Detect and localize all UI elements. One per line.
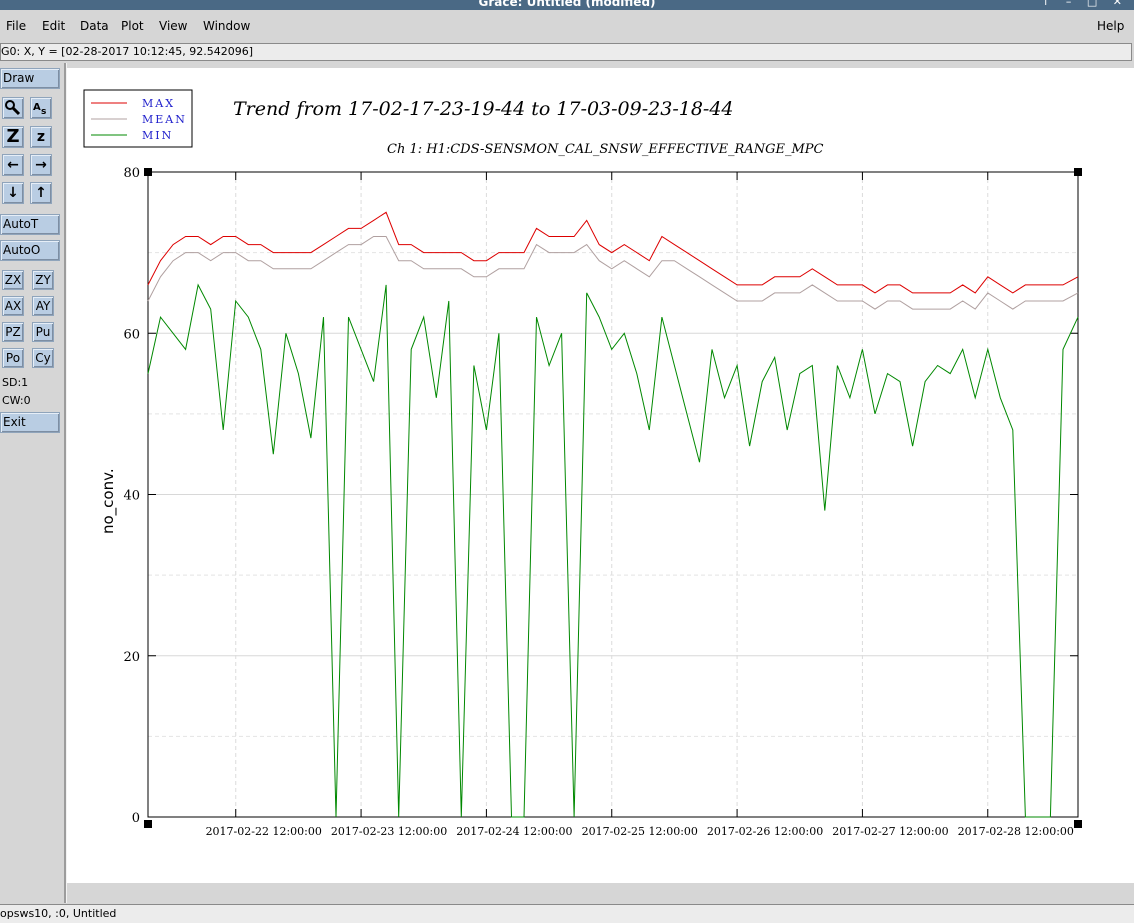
y-axis-label: no_conv. bbox=[99, 468, 118, 534]
scroll-left-button[interactable]: ← bbox=[2, 154, 24, 176]
x-tick-label: 2017-02-26 12:00:00 bbox=[707, 825, 823, 838]
zoom-button[interactable] bbox=[2, 97, 24, 119]
autoscale-y-button[interactable]: AY bbox=[32, 296, 54, 316]
x-tick-label: 2017-02-24 12:00:00 bbox=[456, 825, 572, 838]
autoscale-x-button[interactable]: AX bbox=[2, 296, 24, 316]
frame-handle-bottom-left[interactable] bbox=[144, 820, 152, 828]
draw-button[interactable]: Draw bbox=[0, 68, 60, 89]
series-line-mean bbox=[147, 236, 1079, 310]
frame-handle-bottom-right[interactable] bbox=[1074, 820, 1082, 828]
x-tick-label: 2017-02-23 12:00:00 bbox=[331, 825, 447, 838]
text-label-icon: A s bbox=[33, 102, 46, 117]
frame-handle-top-left[interactable] bbox=[144, 168, 152, 176]
y-tick-label: 0 bbox=[132, 811, 140, 826]
series-line-min bbox=[147, 283, 1079, 818]
chart-subtitle: Ch 1: H1:CDS-SENSMON_CAL_SNSW_EFFECTIVE_… bbox=[387, 142, 824, 157]
zoom-in-button[interactable]: Z bbox=[2, 126, 24, 148]
scroll-up-button[interactable]: ↑ bbox=[30, 182, 52, 204]
menu-window[interactable]: Window bbox=[203, 19, 250, 33]
scroll-right-button[interactable]: → bbox=[30, 154, 52, 176]
zoom-x-button[interactable]: ZX bbox=[2, 270, 24, 290]
x-tick-label: 2017-02-25 12:00:00 bbox=[582, 825, 698, 838]
x-tick-label: 2017-02-22 12:00:00 bbox=[206, 825, 322, 838]
svg-text:A: A bbox=[33, 102, 41, 113]
window-controls[interactable]: ↑ – □ ✕ bbox=[1041, 0, 1128, 8]
frame-handle-top-right[interactable] bbox=[1074, 168, 1082, 176]
cycle-button[interactable]: Cy bbox=[32, 348, 54, 368]
locator-field: G0: X, Y = [02-28-2017 10:12:45, 92.5420… bbox=[0, 43, 1132, 61]
plot-canvas[interactable]: MAX MEAN MIN Trend from 17-02-17-23-19-4… bbox=[67, 68, 1134, 883]
status-bar: opsws10, :0, Untitled bbox=[0, 904, 1134, 923]
menu-file[interactable]: File bbox=[6, 19, 26, 33]
svg-text:s: s bbox=[41, 107, 46, 117]
menu-bar: File Edit Data Plot View Window Help bbox=[0, 10, 1134, 40]
push-button[interactable]: Pu bbox=[32, 322, 54, 342]
y-tick-label: 80 bbox=[123, 166, 140, 181]
window-title: Grace: Untitled (modified) bbox=[478, 0, 656, 9]
series-lines bbox=[147, 211, 1079, 818]
y-tick-label: 40 bbox=[123, 489, 140, 504]
menu-help[interactable]: Help bbox=[1097, 19, 1124, 33]
zoom-y-button[interactable]: ZY bbox=[32, 270, 54, 290]
exit-button[interactable]: Exit bbox=[0, 412, 60, 433]
menu-data[interactable]: Data bbox=[80, 19, 109, 33]
autoscale-button[interactable]: AutoT bbox=[0, 214, 60, 235]
push-zoom-button[interactable]: PZ bbox=[2, 322, 24, 342]
legend-label-mean: MEAN bbox=[142, 113, 187, 126]
menu-view[interactable]: View bbox=[159, 19, 187, 33]
stack-depth-label: SD:1 bbox=[2, 376, 29, 389]
autoticks-button[interactable]: AutoO bbox=[0, 240, 60, 261]
canvas-area: MAX MEAN MIN Trend from 17-02-17-23-19-4… bbox=[67, 63, 1134, 903]
x-axis: 2017-02-22 12:00:00 2017-02-23 12:00:00 20… bbox=[206, 172, 1074, 838]
pop-button[interactable]: Po bbox=[2, 348, 24, 368]
tool-panel: Draw A s Z z ← → ↓ ↑ AutoT AutoO ZX ZY A… bbox=[0, 66, 64, 902]
trend-chart[interactable]: MAX MEAN MIN Trend from 17-02-17-23-19-4… bbox=[67, 68, 1134, 883]
window-title-bar[interactable]: Grace: Untitled (modified) ↑ – □ ✕ bbox=[0, 0, 1134, 10]
menu-edit[interactable]: Edit bbox=[42, 19, 65, 33]
legend-label-max: MAX bbox=[142, 97, 175, 110]
magnifier-icon bbox=[5, 100, 21, 116]
zoom-out-button[interactable]: z bbox=[30, 126, 52, 148]
current-world-label: CW:0 bbox=[2, 394, 31, 407]
menu-plot[interactable]: Plot bbox=[121, 19, 144, 33]
legend-label-min: MIN bbox=[142, 129, 173, 142]
text-label-button[interactable]: A s bbox=[30, 97, 52, 119]
y-tick-label: 60 bbox=[123, 327, 140, 342]
chart-title: Trend from 17-02-17-23-19-44 to 17-03-09… bbox=[233, 98, 734, 120]
y-tick-label: 20 bbox=[123, 650, 140, 665]
scroll-down-button[interactable]: ↓ bbox=[2, 182, 24, 204]
x-tick-label: 2017-02-27 12:00:00 bbox=[832, 825, 948, 838]
x-tick-label: 2017-02-28 12:00:00 bbox=[958, 825, 1074, 838]
